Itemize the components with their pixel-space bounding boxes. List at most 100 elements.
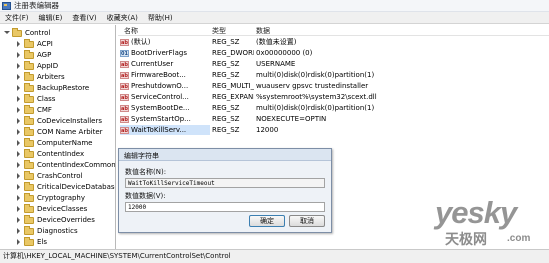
value-data-input[interactable]: 12000 (125, 202, 325, 212)
value-type: REG_SZ (212, 60, 240, 68)
string-value-icon: ab (120, 104, 129, 112)
expand-arrow-icon[interactable] (16, 83, 22, 93)
ok-button[interactable]: 确定 (249, 215, 285, 227)
folder-icon (24, 38, 34, 48)
window-title: 注册表编辑器 (14, 1, 59, 10)
folder-icon (24, 170, 34, 180)
tree-item[interactable]: Cryptography (16, 192, 85, 203)
folder-icon (24, 192, 34, 202)
tree-item-label: ComputerName (37, 139, 93, 147)
folder-icon (24, 159, 34, 169)
tree-item[interactable]: ACPI (16, 38, 53, 49)
expand-arrow-icon[interactable] (16, 50, 22, 60)
tree-item[interactable]: DeviceClasses (16, 203, 88, 214)
status-bar: 计算机\HKEY_LOCAL_MACHINE\SYSTEM\CurrentCon… (0, 249, 549, 263)
list-row-selected[interactable]: ab WaitToKillServ... REG_SZ 12000 (118, 125, 549, 135)
expand-arrow-icon[interactable] (16, 204, 22, 214)
value-type: REG_EXPAND_SZ (212, 93, 254, 101)
list-row[interactable]: abServiceControl... REG_EXPAND_SZ %syste… (118, 92, 549, 102)
tree-item-control[interactable]: Control (4, 27, 50, 38)
expand-arrow-icon[interactable] (16, 94, 22, 104)
tree-item[interactable]: COM Name Arbiter (16, 126, 103, 137)
expand-arrow-icon[interactable] (16, 61, 22, 71)
value-type: REG_SZ (212, 126, 240, 134)
menu-file[interactable]: 文件(F) (0, 12, 34, 24)
tree-item[interactable]: DeviceOverrides (16, 214, 95, 225)
folder-icon (24, 236, 34, 246)
list-row[interactable]: ab (默认) REG_SZ (数值未设置) (118, 37, 549, 47)
tree-item[interactable]: Diagnostics (16, 225, 78, 236)
expand-arrow-icon[interactable] (16, 105, 22, 115)
tree-item[interactable]: AppID (16, 60, 58, 71)
tree-item[interactable]: Arbiters (16, 71, 65, 82)
value-type: REG_SZ (212, 38, 240, 46)
expand-arrow-icon[interactable] (16, 138, 22, 148)
value-name: ServiceControl... (131, 93, 189, 101)
expand-arrow-icon[interactable] (16, 171, 22, 181)
list-row[interactable]: ab CurrentUser REG_SZ USERNAME (118, 59, 549, 69)
tree-item[interactable]: CoDeviceInstallers (16, 115, 102, 126)
string-value-icon: ab (120, 115, 129, 123)
expand-arrow-icon[interactable] (16, 39, 22, 49)
tree-item[interactable]: BackupRestore (16, 82, 89, 93)
expand-arrow-icon[interactable] (16, 226, 22, 236)
list-row[interactable]: abPreshutdownO... REG_MULTI_SZ wuauserv … (118, 81, 549, 91)
tree-item[interactable]: CriticalDeviceDatabase (16, 181, 115, 192)
menu-help[interactable]: 帮助(H) (143, 12, 178, 24)
list-row[interactable]: ab SystemBootDe... REG_SZ multi(0)disk(0)… (118, 103, 549, 113)
watermark-logo: yesky 天极网 .com (427, 195, 545, 248)
value-name: BootDriverFlags (131, 49, 188, 57)
value-name-label: 数值名称(N): (125, 168, 167, 176)
list-row[interactable]: 01 BootDriverFlags REG_DWORD 0x00000000 (… (118, 48, 549, 58)
tree-item[interactable]: ContentIndexCommon (16, 159, 116, 170)
tree-item[interactable]: Els (16, 236, 47, 247)
column-header-type[interactable]: 类型 (212, 26, 226, 36)
cancel-button[interactable]: 取消 (289, 215, 325, 227)
list-row[interactable]: ab SystemStartOp... REG_SZ NOEXECUTE=OPTI… (118, 114, 549, 124)
string-value-icon: ab (120, 82, 129, 90)
tree-item[interactable]: CMF (16, 104, 52, 115)
value-name: WaitToKillServ... (131, 126, 187, 134)
column-header-data[interactable]: 数据 (256, 26, 270, 36)
tree-item-label: CMF (37, 106, 52, 114)
expand-arrow-icon[interactable] (16, 160, 22, 170)
value-name: PreshutdownO... (131, 82, 189, 90)
expand-arrow-icon[interactable] (16, 149, 22, 159)
list-row[interactable]: ab FirmwareBoot... REG_SZ multi(0)disk(0)… (118, 70, 549, 80)
expand-arrow-icon[interactable] (16, 127, 22, 137)
tree-item[interactable]: AGP (16, 49, 52, 60)
expand-arrow-icon[interactable] (16, 193, 22, 203)
menu-bar: 文件(F) 编辑(E) 查看(V) 收藏夹(A) 帮助(H) (0, 12, 549, 24)
expand-arrow-icon[interactable] (16, 237, 22, 247)
value-name: SystemBootDe... (131, 104, 190, 112)
folder-icon (24, 203, 34, 213)
folder-icon (24, 148, 34, 158)
tree-item-label: DeviceClasses (37, 205, 88, 213)
tree-item[interactable]: ContentIndex (16, 148, 84, 159)
folder-icon (24, 49, 34, 59)
folder-icon (24, 126, 34, 136)
dialog-title-bar[interactable]: 编辑字符串 (119, 149, 331, 161)
collapse-arrow-icon[interactable] (4, 28, 10, 38)
value-type: REG_DWORD (212, 49, 254, 57)
list-header: 名称 类型 数据 (118, 25, 549, 36)
value-name-field[interactable]: WaitToKillServiceTimeout (125, 178, 325, 188)
tree-item[interactable]: ComputerName (16, 137, 93, 148)
value-name: CurrentUser (131, 60, 174, 68)
value-data: (数值未设置) (256, 38, 297, 46)
column-header-name[interactable]: 名称 (124, 26, 138, 36)
expand-arrow-icon[interactable] (16, 182, 22, 192)
string-value-icon: ab (120, 126, 129, 134)
expand-arrow-icon[interactable] (16, 72, 22, 82)
tree-item[interactable]: CrashControl (16, 170, 82, 181)
menu-edit[interactable]: 编辑(E) (34, 12, 68, 24)
menu-favorites[interactable]: 收藏夹(A) (102, 12, 143, 24)
tree-item-label: ContentIndexCommon (37, 161, 116, 169)
expand-arrow-icon[interactable] (16, 215, 22, 225)
expand-arrow-icon[interactable] (16, 116, 22, 126)
menu-view[interactable]: 查看(V) (67, 12, 101, 24)
edit-string-dialog: 编辑字符串 数值名称(N): WaitToKillServiceTimeout … (118, 148, 332, 233)
registry-tree[interactable]: Control ACPI AGP AppID Arbiters BackupRe… (0, 25, 116, 249)
tree-item[interactable]: Class (16, 93, 55, 104)
tree-item-label: AGP (37, 51, 52, 59)
